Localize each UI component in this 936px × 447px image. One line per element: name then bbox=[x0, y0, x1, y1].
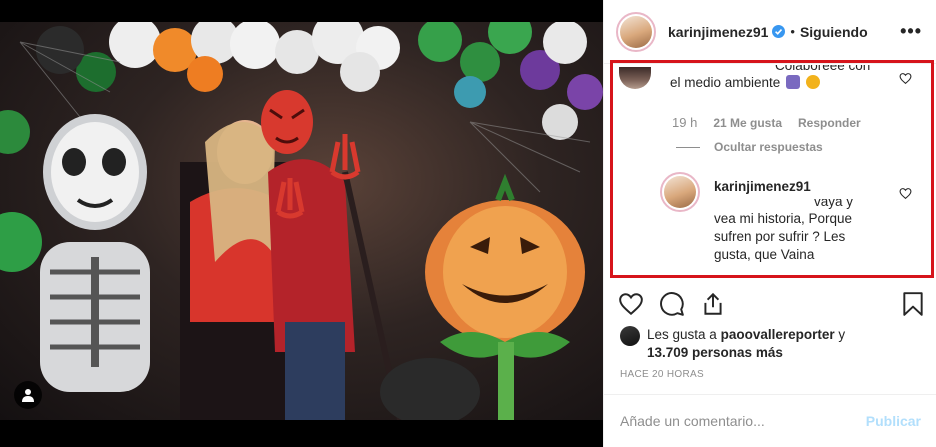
avatar-image bbox=[620, 15, 652, 48]
publish-button[interactable]: Publicar bbox=[866, 413, 921, 429]
avatar[interactable] bbox=[616, 11, 656, 52]
action-bar bbox=[618, 291, 924, 317]
comment-likes[interactable]: 21 Me gusta bbox=[713, 116, 782, 130]
comment-text-cut-line: Colaboreee con bbox=[775, 65, 871, 73]
praying-emoji-icon bbox=[786, 75, 801, 89]
comment-composer: Publicar bbox=[604, 394, 936, 447]
sad-face-emoji-icon bbox=[805, 75, 820, 89]
reply-text-clip-line: vaya y bbox=[814, 199, 854, 209]
comment-avatar[interactable] bbox=[619, 67, 651, 89]
following-button[interactable]: Siguiendo bbox=[800, 24, 868, 40]
post-side-panel: karinjimenez91 • Siguiendo ••• Colaboree… bbox=[603, 0, 936, 447]
avatar[interactable] bbox=[620, 326, 640, 346]
comment-input[interactable] bbox=[620, 413, 860, 429]
post-photo-pane bbox=[0, 0, 603, 447]
likes-summary: Les gusta a paoovallereporter y 13.709 p… bbox=[620, 326, 845, 362]
liker-username[interactable]: paoovallereporter bbox=[721, 327, 835, 342]
post-header: karinjimenez91 • Siguiendo ••• bbox=[604, 0, 936, 64]
bookmark-icon[interactable] bbox=[900, 291, 926, 317]
more-icon[interactable]: ••• bbox=[900, 21, 922, 42]
divider bbox=[676, 146, 700, 148]
hide-replies-label: Ocultar respuestas bbox=[714, 140, 823, 154]
likes-prefix: Les gusta a bbox=[647, 327, 717, 342]
reply-username[interactable]: karinjimenez91 bbox=[714, 179, 811, 194]
likes-others-count[interactable]: 13.709 personas más bbox=[647, 345, 783, 360]
post-timestamp[interactable]: HACE 20 HORAS bbox=[620, 369, 704, 380]
reply-text-body: vea mi historia, Porque sufren por sufri… bbox=[714, 211, 853, 262]
reply-avatar-image bbox=[664, 176, 696, 208]
hide-replies-button[interactable]: Ocultar respuestas bbox=[676, 140, 823, 154]
comment-icon[interactable] bbox=[659, 291, 685, 317]
share-icon[interactable] bbox=[700, 291, 726, 317]
heart-icon[interactable] bbox=[618, 291, 644, 317]
likes-conjunction: y bbox=[838, 327, 846, 342]
comment-meta: 19 h 21 Me gusta Responder bbox=[672, 115, 861, 130]
reply-text: vaya y vea mi historia, Porque sufren po… bbox=[714, 199, 884, 264]
halloween-photo-illustration bbox=[0, 22, 603, 420]
heart-icon[interactable] bbox=[899, 187, 912, 200]
post-author-username[interactable]: karinjimenez91 bbox=[668, 24, 768, 40]
user-tag-button[interactable] bbox=[14, 381, 42, 409]
header-separator: • bbox=[790, 24, 795, 39]
heart-icon[interactable] bbox=[899, 72, 912, 85]
comment-text-line: el medio ambiente bbox=[670, 75, 781, 90]
user-tag-icon bbox=[22, 389, 34, 402]
post-photo[interactable] bbox=[0, 22, 603, 420]
comments-highlight-box: Colaboreee con el medio ambiente 19 h 21… bbox=[610, 60, 934, 278]
verified-icon bbox=[772, 25, 786, 38]
reply-button[interactable]: Responder bbox=[798, 116, 861, 130]
comment-time[interactable]: 19 h bbox=[672, 115, 697, 130]
comment-text: Colaboreee con el medio ambiente bbox=[670, 65, 900, 92]
reply-avatar[interactable] bbox=[660, 172, 700, 212]
likes-text: Les gusta a paoovallereporter y 13.709 p… bbox=[647, 326, 845, 362]
